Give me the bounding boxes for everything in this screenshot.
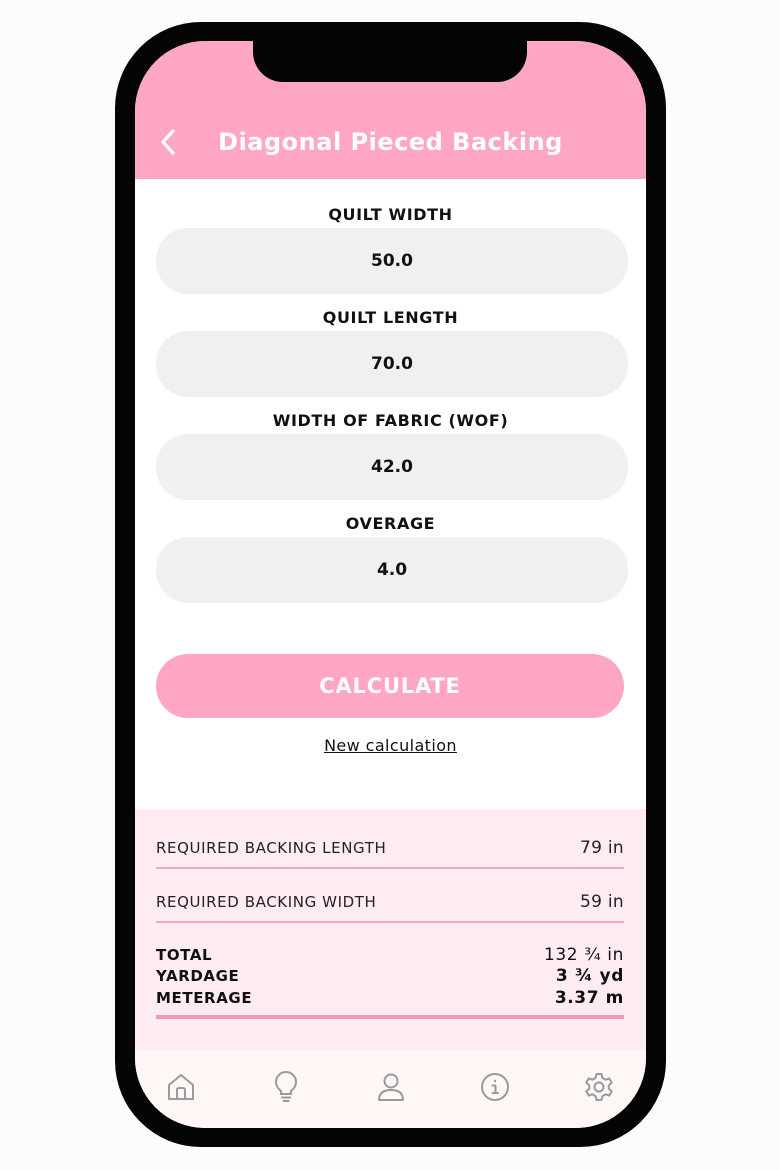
quilt-width-label: QUILT WIDTH bbox=[328, 205, 453, 224]
total-row: TOTAL 132 ¾ in bbox=[156, 944, 624, 966]
phone-notch bbox=[253, 22, 527, 82]
home-icon bbox=[168, 1074, 194, 1100]
tab-profile[interactable] bbox=[371, 1067, 411, 1107]
backing-width-label: REQUIRED BACKING WIDTH bbox=[156, 893, 377, 911]
total-value: 132 ¾ in bbox=[543, 944, 624, 965]
backing-width-row: REQUIRED BACKING WIDTH 59 in bbox=[156, 887, 624, 917]
quilt-length-input[interactable] bbox=[156, 331, 628, 397]
user-icon bbox=[378, 1073, 404, 1101]
backing-length-value: 79 in bbox=[579, 838, 624, 858]
backing-length-label: REQUIRED BACKING LENGTH bbox=[156, 839, 387, 857]
app-screen: Diagonal Pieced Backing QUILT WIDTH QUIL… bbox=[135, 41, 646, 1128]
meterage-label: METERAGE bbox=[156, 988, 253, 1007]
yardage-label: YARDAGE bbox=[156, 967, 240, 986]
new-calculation-link[interactable]: New calculation bbox=[324, 736, 457, 755]
calculate-button[interactable]: CALCULATE bbox=[156, 654, 624, 718]
quilt-width-input[interactable] bbox=[156, 228, 628, 294]
tab-ideas[interactable] bbox=[266, 1067, 306, 1107]
results-divider bbox=[156, 867, 624, 869]
wof-label: WIDTH OF FABRIC (WOF) bbox=[272, 411, 509, 430]
settings-icon bbox=[585, 1073, 613, 1101]
results-divider bbox=[156, 921, 624, 923]
results-panel: REQUIRED BACKING LENGTH 79 in REQUIRED B… bbox=[135, 809, 646, 1049]
page-title: Diagonal Pieced Backing bbox=[218, 128, 563, 156]
new-calculation-wrap: New calculation bbox=[135, 736, 646, 755]
yardage-value: 3 ¾ yd bbox=[555, 966, 624, 987]
totals-divider bbox=[156, 1015, 624, 1019]
wof-input[interactable] bbox=[156, 434, 628, 500]
yardage-row: YARDAGE 3 ¾ yd bbox=[156, 966, 624, 988]
tab-home[interactable] bbox=[161, 1067, 201, 1107]
overage-label: OVERAGE bbox=[345, 514, 436, 533]
meterage-row: METERAGE 3.37 m bbox=[156, 987, 624, 1009]
totals-block: TOTAL 132 ¾ in YARDAGE 3 ¾ yd METERAGE 3… bbox=[156, 944, 624, 1009]
overage-input[interactable] bbox=[156, 537, 628, 603]
tab-settings[interactable] bbox=[579, 1067, 619, 1107]
backing-width-value: 59 in bbox=[579, 892, 624, 912]
quilt-length-label: QUILT LENGTH bbox=[322, 308, 459, 327]
total-label: TOTAL bbox=[156, 945, 213, 964]
tab-info[interactable] bbox=[475, 1067, 515, 1107]
info-icon bbox=[481, 1073, 509, 1101]
bottom-tab-bar bbox=[135, 1049, 646, 1128]
backing-length-row: REQUIRED BACKING LENGTH 79 in bbox=[156, 833, 624, 863]
meterage-value: 3.37 m bbox=[554, 987, 624, 1008]
lightbulb-icon bbox=[274, 1071, 298, 1102]
